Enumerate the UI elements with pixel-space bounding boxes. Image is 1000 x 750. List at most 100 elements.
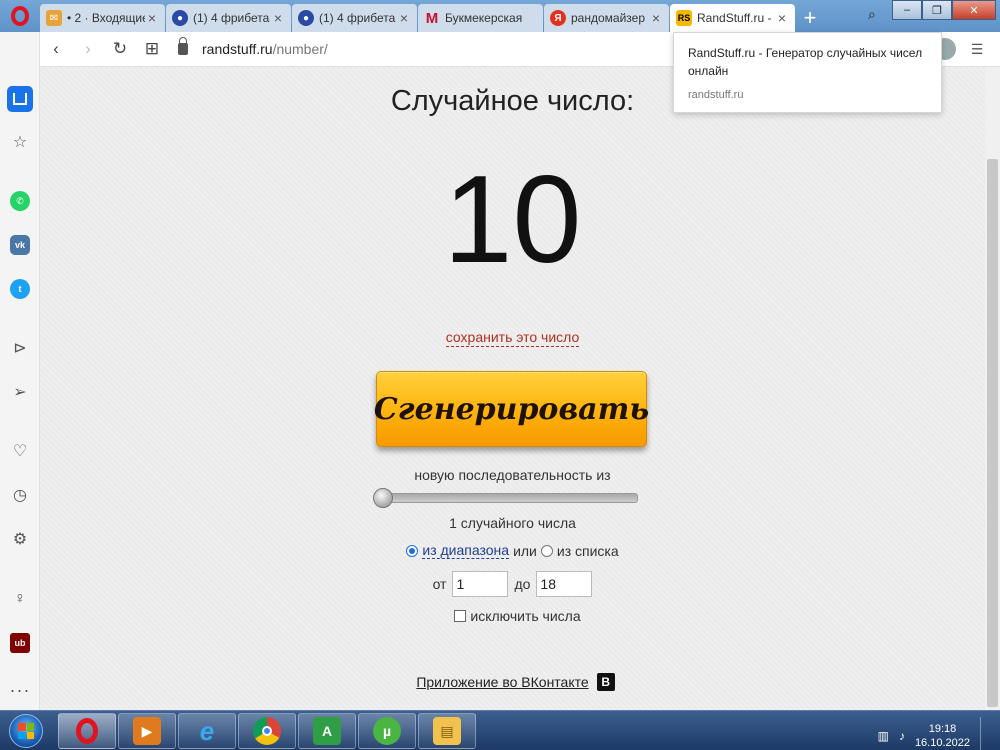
back-button[interactable]: ‹ bbox=[40, 33, 72, 65]
tab-freebet-2[interactable]: ● (1) 4 фрибета × bbox=[292, 4, 417, 32]
twitter-icon[interactable]: t bbox=[7, 276, 33, 302]
more-dots-icon[interactable]: ··· bbox=[7, 677, 33, 703]
speed-dial-home-icon[interactable] bbox=[7, 86, 33, 112]
to-label: до bbox=[514, 576, 531, 592]
list-option-label[interactable]: из списка bbox=[557, 543, 619, 559]
range-inputs: от до bbox=[40, 571, 985, 597]
tab-strip: ✉ • 2 · Входящие × ● (1) 4 фрибета × ● (… bbox=[0, 0, 1000, 32]
exclude-checkbox[interactable] bbox=[454, 610, 467, 622]
to-field[interactable] bbox=[536, 571, 593, 597]
taskbar-media-player[interactable]: ▶ bbox=[118, 713, 176, 749]
tab-label: (1) 4 фрибета bbox=[193, 11, 270, 25]
heart-icon[interactable]: ♡ bbox=[7, 438, 33, 464]
from-field[interactable] bbox=[452, 571, 509, 597]
opera-sidebar: ☆ ✆ vk t ⊳ ➢ ♡ ◷ ⚙ ♀ ub ··· bbox=[0, 32, 40, 710]
exclude-option: исключить числа bbox=[40, 608, 985, 624]
yandex-icon: Я bbox=[550, 10, 566, 26]
tab-tooltip: RandStuff.ru - Генератор случайных чисел… bbox=[673, 32, 942, 113]
show-desktop-button[interactable] bbox=[980, 717, 992, 750]
history-clock-icon[interactable]: ◷ bbox=[7, 482, 33, 508]
minimize-button[interactable]: – bbox=[892, 0, 922, 20]
reload-button[interactable]: ↻ bbox=[104, 33, 136, 65]
tab-close-icon[interactable]: × bbox=[775, 10, 789, 26]
random-number: 10 bbox=[443, 151, 582, 289]
tooltip-url: randstuff.ru bbox=[688, 89, 744, 101]
generate-button[interactable]: Сгенерировать bbox=[374, 371, 649, 447]
ublock-icon[interactable]: ub bbox=[7, 630, 33, 656]
opera-menu-button[interactable] bbox=[0, 0, 40, 32]
opera-logo-icon bbox=[11, 6, 29, 26]
tab-yandex[interactable]: Я рандомайзер × bbox=[544, 4, 669, 32]
utorrent-icon: µ bbox=[373, 717, 401, 745]
windows-logo-icon bbox=[9, 714, 43, 748]
site-icon: ● bbox=[172, 10, 188, 26]
tab-bookmaker[interactable]: M Букмекерская bbox=[418, 4, 543, 32]
from-label: от bbox=[432, 576, 447, 592]
player-icon[interactable]: ⊳ bbox=[7, 335, 33, 361]
sequence-label: новую последовательность из bbox=[414, 467, 611, 483]
or-text: или bbox=[513, 542, 537, 559]
slider-knob[interactable] bbox=[373, 488, 393, 508]
url-field[interactable]: randstuff.ru/number/ bbox=[178, 37, 328, 57]
count-slider[interactable] bbox=[373, 488, 638, 508]
url-path: /number/ bbox=[272, 41, 328, 57]
tab-label: Букмекерская bbox=[445, 11, 523, 25]
vk-icon[interactable]: vk bbox=[7, 232, 33, 258]
tab-close-icon[interactable]: × bbox=[397, 10, 411, 26]
vk-logo-icon[interactable]: В bbox=[596, 673, 615, 691]
page-scrollbar[interactable] bbox=[985, 67, 1000, 710]
settings-gear-icon[interactable]: ⚙ bbox=[7, 526, 33, 552]
app-icon: A bbox=[313, 717, 341, 745]
tabs-grid-button[interactable]: ⊞ bbox=[136, 33, 168, 65]
whatsapp-icon[interactable]: ✆ bbox=[7, 188, 33, 214]
tab-close-icon[interactable]: × bbox=[271, 10, 285, 26]
exclude-label: исключить числа bbox=[470, 608, 581, 624]
chrome-icon bbox=[253, 717, 281, 745]
taskbar-app[interactable]: A bbox=[298, 713, 356, 749]
close-window-button[interactable]: ✕ bbox=[952, 0, 996, 20]
taskbar-chrome[interactable] bbox=[238, 713, 296, 749]
range-radio[interactable] bbox=[406, 544, 419, 557]
tab-label: RandStuff.ru - bbox=[697, 11, 772, 25]
tab-mail[interactable]: ✉ • 2 · Входящие × bbox=[40, 4, 165, 32]
mail-icon: ✉ bbox=[46, 10, 62, 26]
send-icon[interactable]: ➢ bbox=[7, 379, 33, 405]
maximize-button[interactable]: ❐ bbox=[922, 0, 952, 20]
easy-setup-icon[interactable]: ☰ bbox=[966, 38, 988, 60]
randstuff-icon: RS bbox=[676, 10, 692, 26]
tab-freebet-1[interactable]: ● (1) 4 фрибета × bbox=[166, 4, 291, 32]
volume-icon[interactable]: ♪ bbox=[899, 729, 905, 743]
tab-search-icon[interactable]: ⌕ bbox=[868, 6, 888, 26]
site-icon: ● bbox=[298, 10, 314, 26]
start-button[interactable] bbox=[2, 712, 50, 750]
tab-label: (1) 4 фрибета bbox=[319, 11, 396, 25]
tab-randstuff[interactable]: RS RandStuff.ru - × bbox=[670, 4, 795, 32]
page-content: Случайное число: 10 сохранить это число … bbox=[40, 67, 985, 710]
save-number-link[interactable]: сохранить это число bbox=[445, 329, 580, 347]
clock[interactable]: 19:18 16.10.2022 bbox=[915, 722, 970, 750]
source-options: из диапазона или из списка bbox=[40, 542, 985, 559]
tab-label: • 2 · Входящие bbox=[67, 11, 145, 25]
count-label: 1 случайного числа bbox=[449, 515, 576, 531]
ie-icon: e bbox=[199, 715, 215, 746]
lock-icon bbox=[178, 37, 188, 55]
vk-app-link[interactable]: Приложение во ВКонтакте bbox=[416, 674, 588, 690]
windows-taskbar: ▶ e A µ ▤ ▥ ♪ 19:18 16.10.2022 bbox=[0, 710, 1000, 750]
list-radio[interactable] bbox=[540, 544, 553, 557]
taskbar-explorer[interactable]: ▤ bbox=[418, 713, 476, 749]
tips-bulb-icon[interactable]: ♀ bbox=[7, 586, 33, 612]
tooltip-title: RandStuff.ru - Генератор случайных чисел… bbox=[688, 46, 923, 78]
range-option-label[interactable]: из диапазона bbox=[422, 542, 510, 559]
taskbar-utorrent[interactable]: µ bbox=[358, 713, 416, 749]
tab-close-icon[interactable]: × bbox=[649, 10, 663, 26]
network-icon[interactable]: ▥ bbox=[878, 729, 889, 743]
taskbar-internet-explorer[interactable]: e bbox=[178, 713, 236, 749]
vk-app-line: Приложение во ВКонтакте В bbox=[40, 673, 985, 691]
scrollbar-thumb[interactable] bbox=[987, 159, 998, 707]
url-host: randstuff.ru bbox=[202, 41, 273, 57]
new-tab-button[interactable]: + bbox=[796, 4, 824, 32]
bookmarks-star-icon[interactable]: ☆ bbox=[7, 129, 33, 155]
forward-button[interactable]: › bbox=[72, 33, 104, 65]
taskbar-opera[interactable] bbox=[58, 713, 116, 749]
tab-close-icon[interactable]: × bbox=[145, 10, 159, 26]
